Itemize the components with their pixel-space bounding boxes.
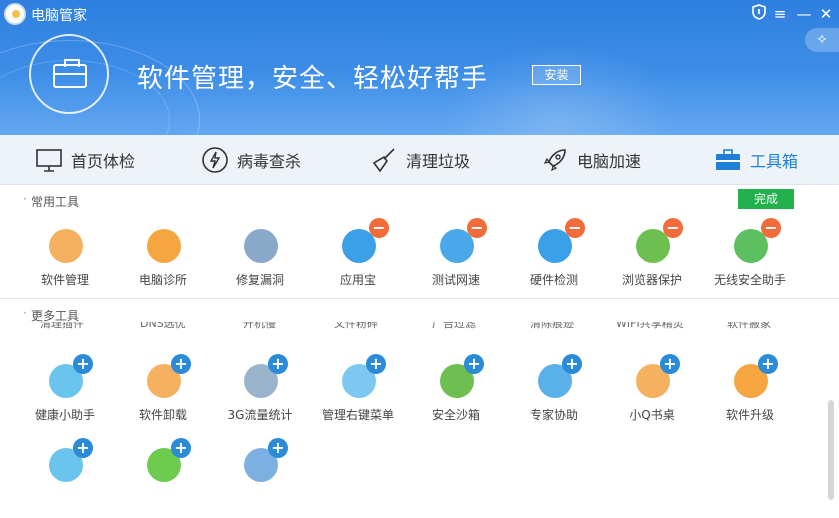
tool-label: 硬件检测 [529, 273, 578, 287]
clipped-tool-label: 文件粉碎 [334, 322, 378, 330]
clover-icon [49, 229, 83, 263]
tool-cloud[interactable]: + [17, 438, 113, 518]
add-badge-icon[interactable]: + [366, 354, 386, 374]
nav-item-antivirus[interactable]: 病毒查杀 [201, 135, 301, 185]
tool-label: 3G流量统计 [227, 408, 293, 422]
tool-trash[interactable]: 软件卸载 + [115, 354, 211, 434]
tool-label: 电脑诊所 [138, 273, 187, 287]
close-icon[interactable]: ✕ [816, 4, 836, 24]
tool-label: 无线安全助手 [713, 273, 786, 287]
tool-wifi-shield[interactable]: 无线安全助手 − [702, 218, 798, 299]
nav-label: 电脑加速 [577, 152, 642, 171]
title-bar: 电脑管家 ≡ — ✕ [0, 0, 839, 28]
app-title: 电脑管家 [31, 8, 87, 24]
remove-badge-icon[interactable]: − [761, 218, 781, 238]
nav-label: 清理垃圾 [406, 152, 471, 171]
add-badge-icon[interactable]: + [758, 354, 778, 374]
add-badge-icon[interactable]: + [73, 354, 93, 374]
tool-upgrade[interactable]: 软件升级 + [702, 354, 798, 434]
section-title-common: 常用工具 [23, 192, 79, 210]
add-badge-icon[interactable]: + [268, 438, 288, 458]
tool-clover[interactable]: 软件管理 [17, 229, 113, 299]
nav-item-toolbox[interactable]: 工具箱 [714, 135, 798, 185]
nav-item-checkup[interactable]: 首页体检 [35, 135, 135, 185]
tool-sandbox[interactable]: 安全沙箱 + [408, 354, 504, 434]
app-logo-icon [4, 3, 26, 25]
menu-icon[interactable]: ≡ [770, 4, 790, 24]
hero-headline: 软件管理，安全、轻松好帮手 [137, 64, 489, 94]
clipped-tool-label: DNS选优 [140, 322, 186, 330]
clipped-tool-label: 开机慢 [243, 322, 276, 330]
install-button[interactable]: 安装 [532, 65, 581, 85]
add-badge-icon[interactable]: + [171, 354, 191, 374]
nav-item-cleanup[interactable]: 清理垃圾 [370, 135, 470, 185]
broom-icon [370, 146, 398, 174]
tool-wechat[interactable]: + [115, 438, 211, 518]
minimize-icon[interactable]: — [794, 4, 814, 24]
remove-badge-icon[interactable]: − [565, 218, 585, 238]
tool-label: 安全沙箱 [431, 408, 480, 422]
remove-badge-icon[interactable]: − [467, 218, 487, 238]
tool-label: 软件管理 [40, 273, 89, 287]
tool-stethoscope[interactable]: 电脑诊所 [115, 229, 211, 299]
nav-label: 首页体检 [71, 152, 136, 171]
tool-3g[interactable]: 3G流量统计 + [212, 354, 308, 434]
add-badge-icon[interactable]: + [268, 354, 288, 374]
tool-repair[interactable]: 修复漏洞 [212, 229, 308, 299]
tool-expert[interactable]: 专家协助 + [506, 354, 602, 434]
add-badge-icon[interactable]: + [464, 354, 484, 374]
clipped-tool-label: 清除痕迹 [530, 322, 574, 330]
clipped-tool-label: 软件搬家 [727, 322, 771, 330]
done-button[interactable]: 完成 [738, 189, 794, 209]
scrollbar-thumb[interactable] [828, 400, 834, 500]
nav-item-speedup[interactable]: 电脑加速 [541, 135, 641, 185]
tool-label: 修复漏洞 [235, 273, 284, 287]
tool-label: 健康小助手 [34, 408, 95, 422]
monitor-icon [35, 146, 63, 174]
shield-icon[interactable] [749, 4, 769, 24]
stethoscope-icon [147, 229, 181, 263]
add-badge-icon[interactable]: + [562, 354, 582, 374]
tool-label: 测试网速 [431, 273, 480, 287]
tool-label: 小Q书桌 [629, 408, 675, 422]
tool-app-store[interactable]: 应用宝 − [310, 218, 406, 299]
tool-browser-shield[interactable]: 浏览器保护 − [604, 218, 700, 299]
main-nav: 首页体检 病毒查杀 清理垃圾 电脑加速 工具箱 [0, 135, 839, 185]
nav-label: 工具箱 [750, 152, 799, 171]
tool-mouse[interactable]: 管理右键菜单 + [310, 354, 406, 434]
header-banner: 电脑管家 ≡ — ✕ ✧ 软件管理，安全、轻松好帮手 安装 [0, 0, 839, 135]
tool-speed[interactable]: 测试网速 − [408, 218, 504, 299]
tool-label: 浏览器保护 [621, 273, 682, 287]
tool-label: 软件卸载 [138, 408, 187, 422]
clipped-tool-label: 清理插件 [40, 322, 84, 330]
repair-icon [244, 229, 278, 263]
tool-alarm[interactable]: 健康小助手 + [17, 354, 113, 434]
add-badge-icon[interactable]: + [171, 438, 191, 458]
remove-badge-icon[interactable]: − [663, 218, 683, 238]
remove-badge-icon[interactable]: − [369, 218, 389, 238]
lightning-icon [201, 146, 229, 174]
tool-label: 管理右键菜单 [321, 408, 394, 422]
tool-label: 专家协助 [529, 408, 578, 422]
toolbox-icon [714, 146, 742, 174]
toolbox-large-icon [29, 34, 109, 114]
tool-desk[interactable]: 小Q书桌 + [604, 354, 700, 434]
clipped-tool-label: WIFI共享精灵 [616, 322, 684, 330]
nav-label: 病毒查杀 [237, 152, 302, 171]
tool-label: 软件升级 [725, 408, 774, 422]
add-badge-icon[interactable]: + [660, 354, 680, 374]
tool-label: 应用宝 [339, 273, 376, 287]
add-badge-icon[interactable]: + [73, 438, 93, 458]
rocket-icon [541, 146, 569, 174]
clipped-tool-label: 广告过滤 [432, 322, 476, 330]
section-divider [0, 298, 839, 299]
tool-chip[interactable]: 硬件检测 − [506, 218, 602, 299]
tool-router[interactable]: + [212, 438, 308, 518]
skin-icon[interactable]: ✧ [805, 28, 839, 52]
